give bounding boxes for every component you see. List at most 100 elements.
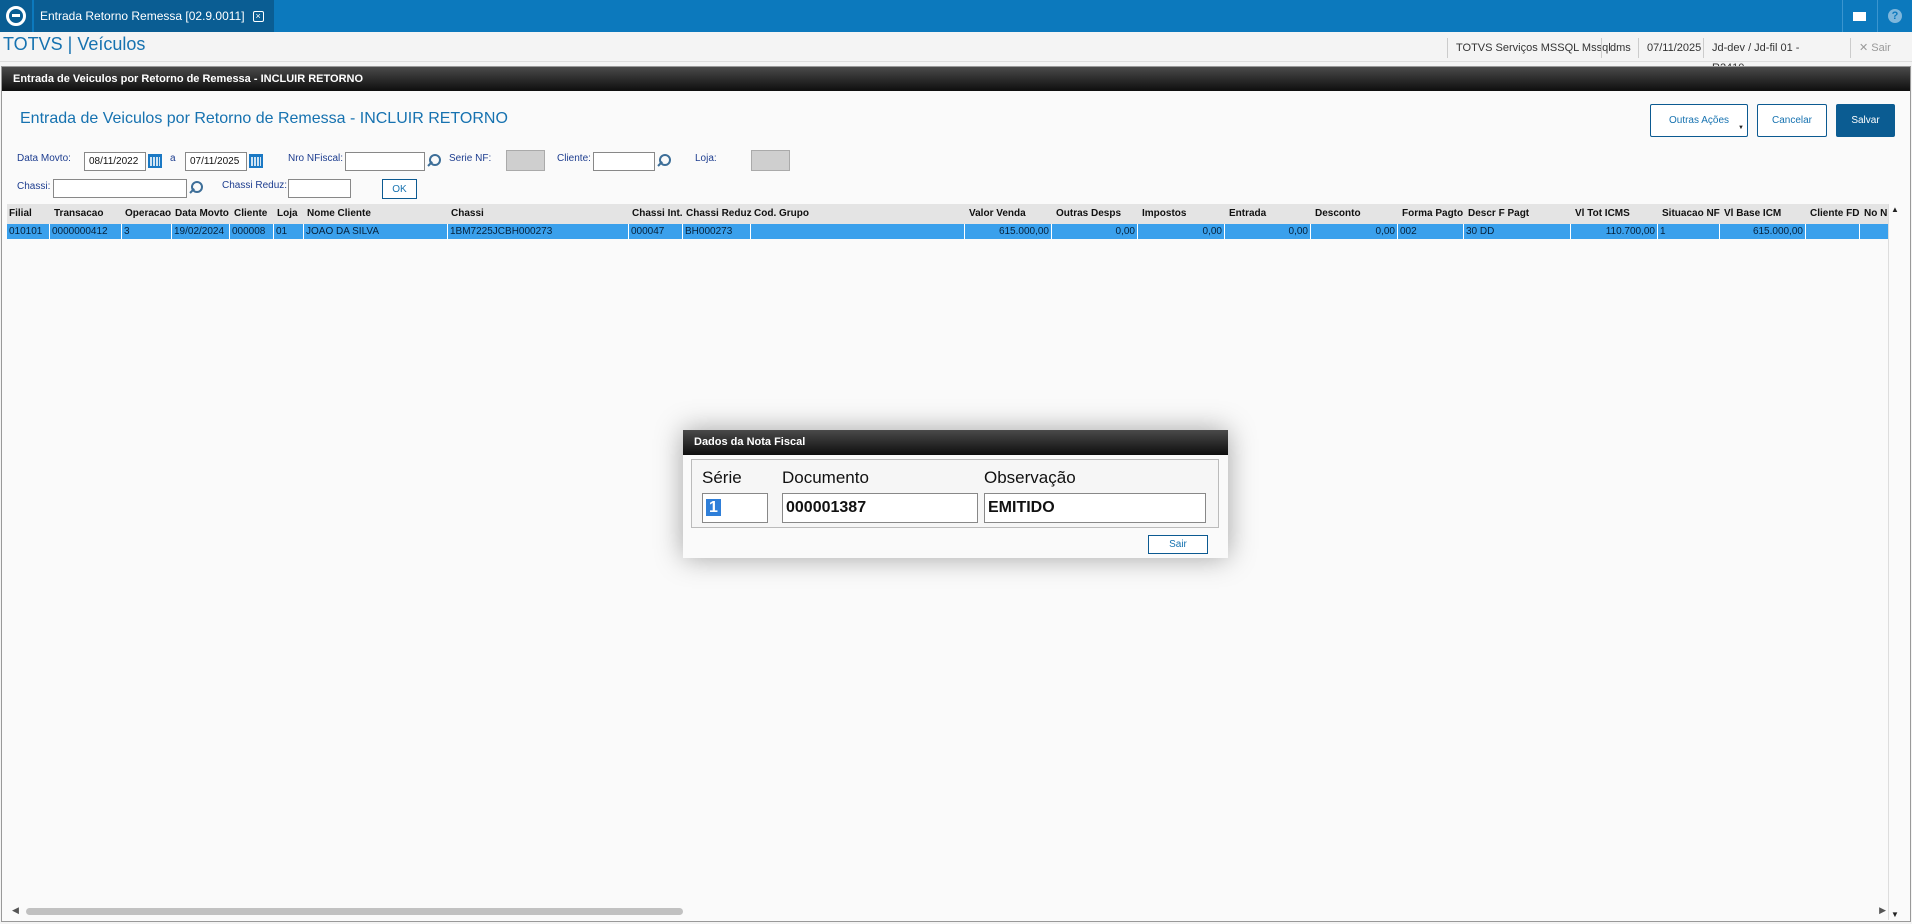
table-cell: 30 DD (1464, 224, 1571, 239)
search-icon[interactable] (657, 154, 671, 168)
scroll-right-icon[interactable]: ▶ (1879, 905, 1886, 916)
column-header[interactable]: Valor Venda (967, 204, 1037, 224)
table-cell: BH000273 (683, 224, 751, 239)
table-cell: 0,00 (1225, 224, 1311, 239)
column-header[interactable]: Impostos (1140, 204, 1210, 224)
date-range-separator: a (170, 153, 176, 164)
column-header[interactable]: Outras Desps (1054, 204, 1124, 224)
date-info: 07/11/2025 (1638, 38, 1709, 58)
serie-label: Série (702, 468, 742, 487)
app-title: TOTVS | Veículos (3, 34, 146, 54)
save-button[interactable]: Salvar (1836, 104, 1895, 137)
table-cell: 1BM7225JCBH000273 (448, 224, 629, 239)
table-cell: 0,00 (1138, 224, 1225, 239)
horizontal-scrollbar[interactable]: ◀ ▶ (10, 904, 1888, 918)
scroll-up-icon[interactable]: ▲ (1891, 205, 1899, 214)
top-bar: Entrada Retorno Remessa [02.9.0011] × ? (0, 0, 1912, 32)
ok-button[interactable]: OK (382, 179, 417, 199)
table-cell: 19/02/2024 (172, 224, 230, 239)
serie-nf-label: Serie NF: (449, 153, 492, 164)
scroll-left-icon[interactable]: ◀ (12, 905, 19, 916)
totvs-logo-icon[interactable] (0, 0, 32, 32)
table-cell: 01 (274, 224, 304, 239)
dialog-title: Dados da Nota Fiscal (683, 430, 1228, 455)
date-from-field[interactable]: 08/11/2022 (84, 152, 146, 171)
calendar-icon[interactable] (148, 154, 162, 168)
column-header[interactable]: Situacao NF (1660, 204, 1722, 224)
column-header[interactable]: Desconto (1313, 204, 1383, 224)
table-cell: 0,00 (1052, 224, 1138, 239)
table-cell: 3 (122, 224, 172, 239)
table-cell (1806, 224, 1860, 239)
column-header[interactable]: Cliente (232, 204, 274, 224)
column-header[interactable]: Vl Tot ICMS (1573, 204, 1643, 224)
column-header[interactable]: Chassi Int. (630, 204, 685, 224)
observacao-field[interactable]: EMITIDO (984, 493, 1206, 523)
scroll-down-icon[interactable]: ▼ (1891, 910, 1899, 919)
help-icon[interactable]: ? (1877, 0, 1912, 32)
column-header[interactable]: Chassi Reduz (684, 204, 754, 224)
chassi-reduz-label: Chassi Reduz: (222, 180, 288, 191)
grid-header: Filial Transacao Operacao Data Movto Cli… (7, 204, 1889, 224)
nro-nfiscal-field[interactable] (345, 152, 425, 171)
nro-nfiscal-label: Nro NFiscal: (288, 153, 344, 164)
loja-label: Loja: (695, 153, 717, 164)
mail-icon[interactable] (1842, 0, 1876, 32)
serie-field[interactable]: 1 (702, 493, 768, 523)
close-tab-icon[interactable]: × (252, 10, 264, 22)
chassi-reduz-field[interactable] (288, 179, 351, 198)
table-cell: 010101 (7, 224, 50, 239)
vertical-scrollbar[interactable]: ▲ ▼ (1888, 204, 1902, 920)
search-icon[interactable] (427, 154, 441, 168)
column-header[interactable]: Descr F Pagt (1466, 204, 1546, 224)
branch-info[interactable]: Jd-dev / Jd-fil 01 - R2410 (1703, 38, 1831, 74)
calendar-icon[interactable] (249, 154, 263, 168)
table-cell: 000008 (230, 224, 274, 239)
column-header[interactable]: Vl Base ICM (1722, 204, 1792, 224)
table-cell: 0000000412 (50, 224, 122, 239)
tab-label: Entrada Retorno Remessa [02.9.0011] (40, 9, 245, 23)
column-header[interactable]: Nome Cliente (305, 204, 445, 224)
column-header[interactable]: Entrada (1227, 204, 1297, 224)
column-header[interactable]: Data Movto (173, 204, 231, 224)
column-header[interactable]: Forma Pagto (1400, 204, 1465, 224)
scrollbar-thumb[interactable] (26, 908, 683, 915)
documento-field[interactable]: 000001387 (782, 493, 978, 523)
column-header[interactable]: Transacao (52, 204, 112, 224)
table-cell: 000047 (629, 224, 683, 239)
cancel-button[interactable]: Cancelar (1757, 104, 1827, 137)
column-header[interactable]: Loja (275, 204, 303, 224)
dropdown-arrow-icon: ▼ (1738, 125, 1744, 131)
tab-entrada-retorno[interactable]: Entrada Retorno Remessa [02.9.0011] × (34, 0, 274, 32)
app-header: TOTVS | Veículos TOTVS Serviços MSSQL Ms… (0, 32, 1912, 74)
search-icon[interactable] (189, 181, 203, 195)
column-header[interactable]: Filial (7, 204, 44, 224)
other-actions-label: Outras Ações (1668, 115, 1730, 126)
column-header[interactable]: No N (1862, 204, 1889, 224)
table-row[interactable]: 010101 0000000412 3 19/02/2024 000008 01… (7, 224, 1889, 239)
loja-field (751, 150, 790, 171)
environment-info: dms (1601, 38, 1639, 58)
table-cell: 002 (1398, 224, 1464, 239)
column-header[interactable]: Chassi (449, 204, 589, 224)
cliente-field[interactable] (593, 152, 655, 171)
other-actions-button[interactable]: Outras Ações ▼ (1650, 104, 1748, 137)
logout-button[interactable]: ✕ Sair (1850, 38, 1912, 58)
column-header[interactable]: Cod. Grupo (752, 204, 852, 224)
table-cell (751, 224, 965, 239)
column-header[interactable]: Cliente FD (1808, 204, 1863, 224)
form-title: Entrada de Veiculos por Retorno de Remes… (20, 110, 508, 127)
dialog-panel: Série Documento Observação 1 000001387 E… (691, 459, 1219, 528)
serie-value: 1 (706, 499, 721, 516)
table-cell: JOAO DA SILVA (304, 224, 448, 239)
window-title-bar: Entrada de Veiculos por Retorno de Remes… (2, 67, 1910, 91)
nota-fiscal-dialog: Dados da Nota Fiscal Série Documento Obs… (683, 430, 1228, 558)
date-to-field[interactable]: 07/11/2025 (185, 152, 247, 171)
chassi-field[interactable] (53, 179, 187, 198)
column-header[interactable]: Operacao (123, 204, 173, 224)
serie-nf-field (506, 150, 545, 171)
cliente-label: Cliente: (557, 153, 591, 164)
server-info: TOTVS Serviços MSSQL Mssql (1447, 38, 1619, 58)
dialog-sair-button[interactable]: Sair (1148, 535, 1208, 554)
observacao-label: Observação (984, 468, 1076, 487)
